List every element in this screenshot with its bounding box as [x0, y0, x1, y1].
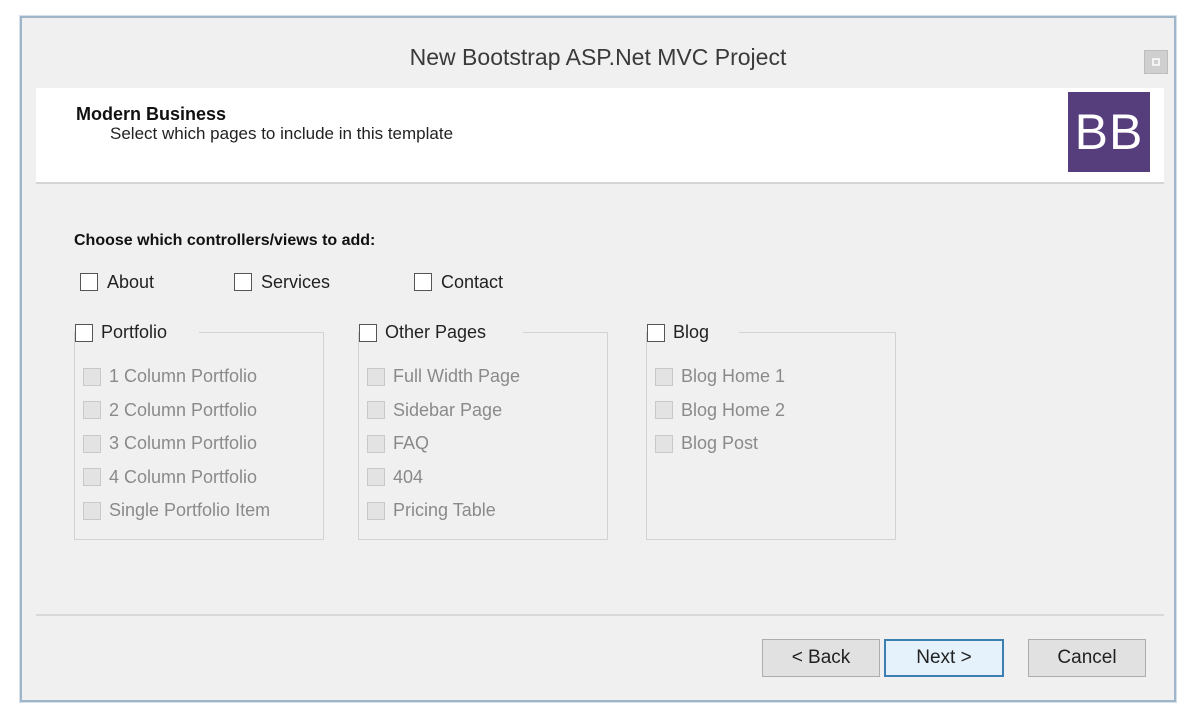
disabled-checkbox	[655, 367, 673, 386]
checkbox-contact[interactable]: Contact	[414, 270, 503, 294]
footer-divider	[36, 614, 1164, 616]
checkbox-services[interactable]: Services	[234, 270, 330, 294]
disabled-checkbox	[83, 468, 101, 487]
item-label: FAQ	[393, 433, 430, 454]
list-item: 2 Column Portfolio	[83, 394, 270, 428]
blog-group-header[interactable]: Blog	[647, 322, 718, 343]
dialog-window: New Bootstrap ASP.Net MVC Project Modern…	[20, 16, 1176, 702]
cancel-button[interactable]: Cancel	[1028, 639, 1146, 677]
about-checkbox-box[interactable]	[80, 273, 98, 291]
contact-checkbox-box[interactable]	[414, 273, 432, 291]
top-strip	[0, 0, 1188, 14]
next-button[interactable]: Next >	[884, 639, 1004, 677]
portfolio-label: Portfolio	[101, 322, 168, 342]
disabled-checkbox	[83, 367, 101, 386]
back-button[interactable]: < Back	[762, 639, 880, 677]
list-item: 404	[367, 461, 520, 495]
item-label: Single Portfolio Item	[109, 500, 271, 521]
other-pages-items: Full Width Page Sidebar Page FAQ 404 Pri…	[367, 360, 520, 528]
bootstrap-logo: BB	[1068, 92, 1150, 172]
cancel-button-label: Cancel	[1057, 647, 1117, 668]
wizard-header: Modern Business Select which pages to in…	[36, 88, 1164, 184]
disabled-checkbox	[655, 434, 673, 453]
other-pages-group-header[interactable]: Other Pages	[359, 322, 495, 343]
next-button-label: Next >	[916, 647, 972, 668]
list-item: FAQ	[367, 427, 520, 461]
disabled-checkbox	[367, 501, 385, 520]
disabled-checkbox	[367, 367, 385, 386]
item-label: Pricing Table	[393, 500, 496, 521]
portfolio-group-header[interactable]: Portfolio	[75, 322, 176, 343]
group-blog: Blog Blog Home 1 Blog Home 2 Blog Post	[646, 322, 896, 540]
title-bar: New Bootstrap ASP.Net MVC Project	[22, 18, 1174, 86]
item-label: 4 Column Portfolio	[109, 466, 258, 487]
item-label: Sidebar Page	[393, 399, 503, 420]
item-label: 404	[393, 466, 424, 487]
list-item: Pricing Table	[367, 494, 520, 528]
checkbox-about[interactable]: About	[80, 270, 154, 294]
close-icon	[1151, 57, 1161, 67]
blog-items: Blog Home 1 Blog Home 2 Blog Post	[655, 360, 785, 461]
wizard-content: Choose which controllers/views to add: A…	[36, 184, 1164, 614]
disabled-checkbox	[83, 401, 101, 420]
header-title: Modern Business	[76, 104, 227, 124]
item-label: Full Width Page	[393, 366, 521, 387]
list-item: Blog Home 2	[655, 394, 785, 428]
list-item: Blog Post	[655, 427, 785, 461]
choose-label: Choose which controllers/views to add:	[74, 232, 376, 249]
item-label: Blog Post	[681, 433, 759, 454]
list-item: Sidebar Page	[367, 394, 520, 428]
header-subtitle: Select which pages to include in this te…	[110, 124, 454, 143]
contact-label: Contact	[441, 271, 504, 292]
item-label: 1 Column Portfolio	[109, 366, 258, 387]
services-checkbox-box[interactable]	[234, 273, 252, 291]
list-item: Single Portfolio Item	[83, 494, 270, 528]
portfolio-checkbox-box[interactable]	[75, 323, 93, 342]
disabled-checkbox	[655, 401, 673, 420]
list-item: 3 Column Portfolio	[83, 427, 270, 461]
list-item: Full Width Page	[367, 360, 520, 394]
disabled-checkbox	[83, 501, 101, 520]
services-label: Services	[261, 271, 331, 292]
disabled-checkbox	[83, 434, 101, 453]
item-label: Blog Home 2	[681, 399, 786, 420]
list-item: 1 Column Portfolio	[83, 360, 270, 394]
list-item: Blog Home 1	[655, 360, 785, 394]
item-label: Blog Home 1	[681, 366, 786, 387]
window-title: New Bootstrap ASP.Net MVC Project	[409, 44, 787, 70]
group-other-pages: Other Pages Full Width Page Sidebar Page…	[358, 322, 608, 540]
back-button-label: < Back	[791, 647, 851, 668]
about-label: About	[107, 271, 155, 292]
close-button[interactable]	[1144, 50, 1168, 74]
logo-text: BB	[1074, 104, 1144, 160]
item-label: 2 Column Portfolio	[109, 399, 258, 420]
list-item: 4 Column Portfolio	[83, 461, 270, 495]
blog-checkbox-box[interactable]	[647, 323, 665, 342]
item-label: 3 Column Portfolio	[109, 433, 258, 454]
disabled-checkbox	[367, 401, 385, 420]
portfolio-items: 1 Column Portfolio 2 Column Portfolio 3 …	[83, 360, 270, 528]
disabled-checkbox	[367, 468, 385, 487]
other-pages-label: Other Pages	[385, 322, 487, 342]
disabled-checkbox	[367, 434, 385, 453]
blog-label: Blog	[673, 322, 710, 342]
other-pages-checkbox-box[interactable]	[359, 323, 377, 342]
group-portfolio: Portfolio 1 Column Portfolio 2 Column Po…	[74, 322, 324, 540]
